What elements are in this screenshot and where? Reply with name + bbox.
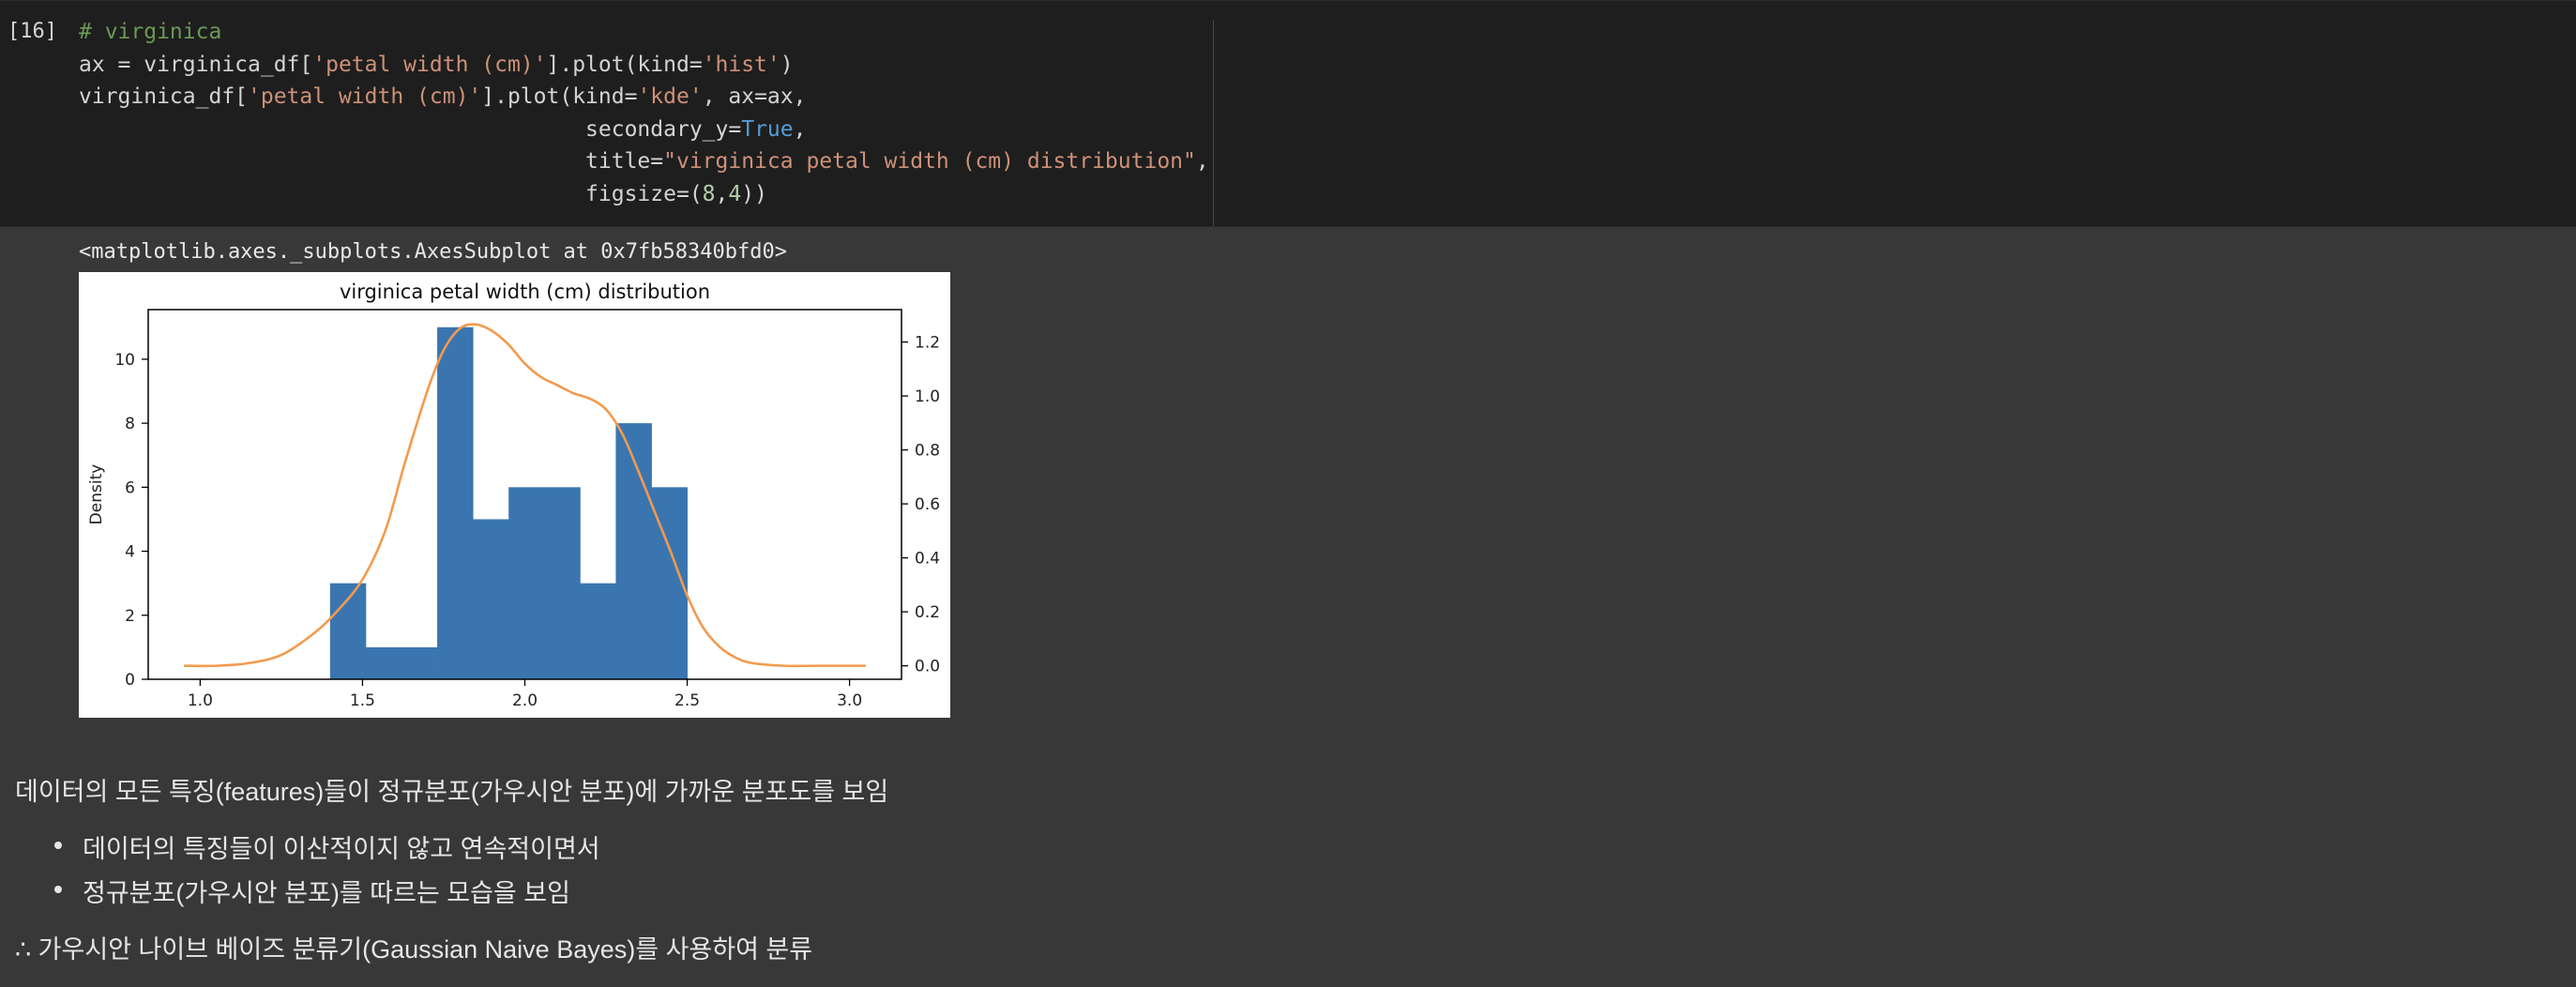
code-line: secondary_y=True,	[79, 116, 807, 142]
code-line: ax = virginica_df['petal width (cm)'].pl…	[79, 52, 794, 77]
y-right-tick-label: 1.0	[915, 387, 940, 406]
histogram-bar	[401, 646, 438, 679]
y-left-tick-label: 10	[114, 351, 135, 370]
y-axis-label: Density	[87, 464, 106, 525]
code-editor[interactable]: # virginica ax = virginica_df['petal widt…	[79, 16, 1209, 210]
x-tick-label: 2.5	[674, 691, 700, 710]
y-right-tick-label: 0.0	[915, 658, 940, 676]
code-line: # virginica	[79, 20, 222, 44]
chart-title: virginica petal width (cm) distribution	[340, 281, 710, 303]
y-right-tick-label: 0.4	[915, 550, 940, 569]
output-repr: <matplotlib.axes._subplots.AxesSubplot a…	[79, 240, 787, 264]
code-line: title="virginica petal width (cm) distri…	[79, 149, 1209, 174]
x-tick-label: 1.0	[188, 691, 213, 710]
code-line: virginica_df['petal width (cm)'].plot(ki…	[79, 84, 807, 109]
bullet-dot	[54, 842, 62, 849]
histogram-bar	[544, 487, 581, 679]
bullet-item: 데이터의 특징들이 이산적이지 않고 연속적이면서	[53, 828, 600, 873]
histogram-bar	[580, 583, 616, 679]
bullet-text: 데이터의 특징들이 이산적이지 않고 연속적이면서	[83, 835, 600, 863]
y-right-tick-label: 0.2	[915, 603, 940, 622]
markdown-bullet-list: 데이터의 특징들이 이산적이지 않고 연속적이면서 정규분포(가우시안 분포)를…	[53, 828, 600, 917]
histogram-bar	[437, 326, 474, 679]
histogram-kde-chart: 1.0 1.5 2.0 2.5 3.0 0 2 4 6 8 10 0.0 0.2 0.4 0.6 0.8 1.0…	[87, 281, 940, 710]
x-tick-label: 1.5	[350, 691, 375, 710]
x-tick-label: 2.0	[512, 691, 538, 710]
markdown-conclusion: ∴ 가우시안 나이브 베이즈 분류기(Gaussian Naive Bayes)…	[15, 935, 813, 964]
code-line: figsize=(8,4))	[79, 181, 767, 206]
y-left-tick-label: 4	[125, 543, 135, 562]
y-right-tick-label: 0.6	[915, 495, 940, 514]
histogram-bar	[508, 487, 545, 679]
y-right-tick-label: 0.8	[915, 442, 940, 461]
y-left-tick-label: 2	[125, 607, 135, 626]
bullet-item: 정규분포(가우시안 분포)를 따르는 모습을 보임	[53, 873, 600, 917]
histogram-bar	[365, 646, 402, 679]
execution-count: [16]	[8, 20, 57, 43]
bullet-text: 정규분포(가우시안 분포)를 따르는 모습을 보임	[83, 879, 570, 907]
plot-output: 1.0 1.5 2.0 2.5 3.0 0 2 4 6 8 10 0.0 0.2 0.4 0.6 0.8 1.0…	[79, 272, 950, 718]
markdown-summary: 데이터의 모든 특징(features)들이 정규분포(가우시안 분포)에 가까…	[15, 778, 889, 806]
y-left-tick-label: 0	[125, 671, 135, 690]
editor-ruler	[1213, 20, 1214, 226]
y-right-tick-label: 1.2	[915, 334, 940, 353]
y-left-tick-label: 6	[125, 478, 135, 497]
code-cell[interactable]: [16] # virginica ax = virginica_df['petal…	[0, 0, 2576, 227]
histogram-bar	[473, 519, 509, 679]
bullet-dot	[54, 886, 62, 893]
y-left-tick-label: 8	[125, 415, 135, 433]
x-tick-label: 3.0	[837, 691, 862, 710]
